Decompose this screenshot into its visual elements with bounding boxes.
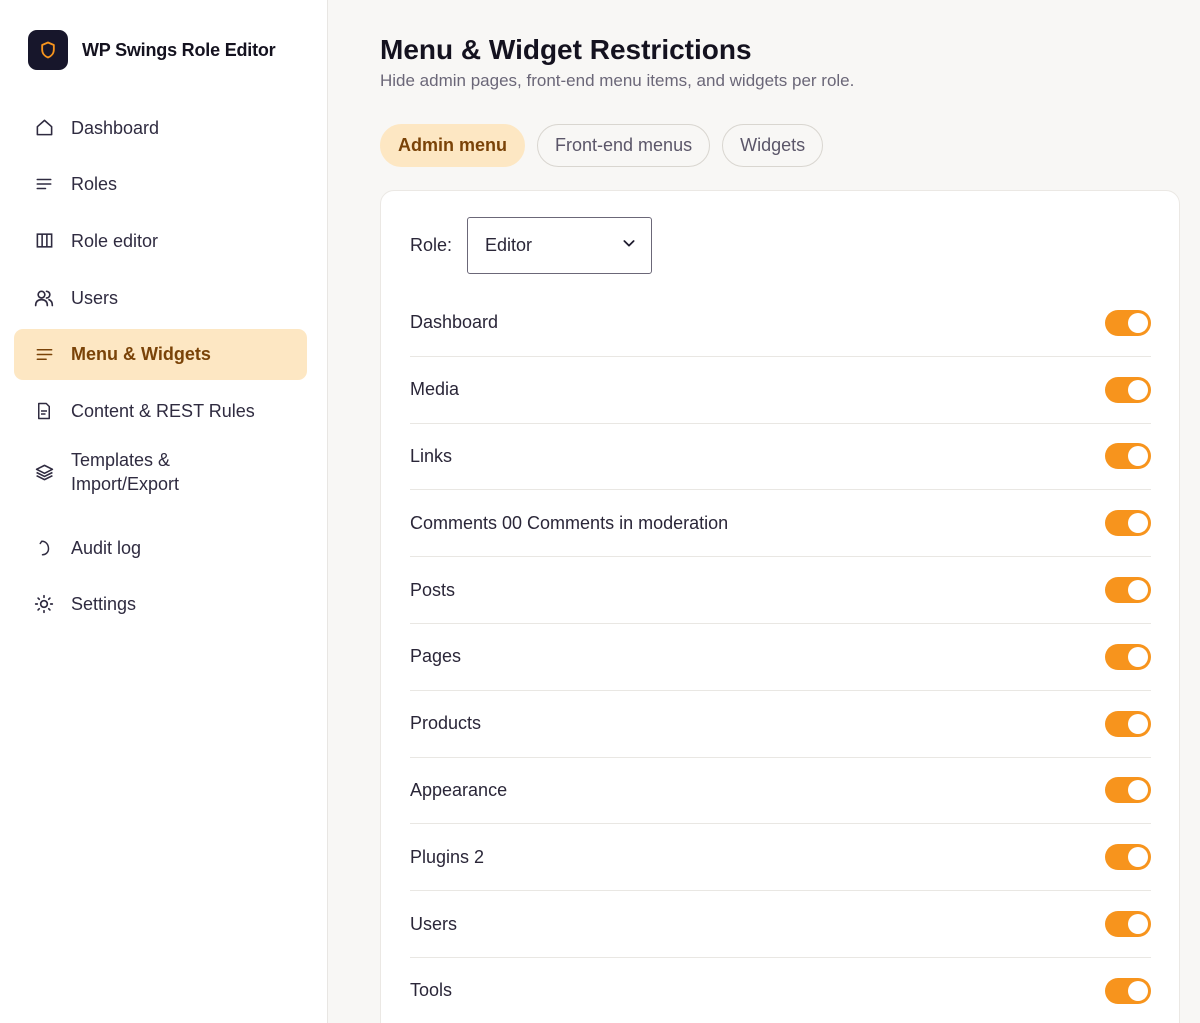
visibility-toggle[interactable] <box>1105 577 1151 604</box>
menu-item-label: Tools <box>410 980 453 1001</box>
sidebar-item-label: Role editor <box>71 230 159 251</box>
sidebar-item-label: Roles <box>71 174 118 195</box>
tab-admin-menu[interactable]: Admin menu <box>380 124 526 167</box>
page-subtitle: Hide admin pages, front-end menu items, … <box>380 71 855 90</box>
visibility-toggle[interactable] <box>1105 643 1151 670</box>
list-item: Products <box>410 691 1151 758</box>
restrictions-card: Role: Editor Dashboard Media Links Comme… <box>380 190 1180 1023</box>
tab-widgets[interactable]: Widgets <box>722 124 824 167</box>
sidebar-item-menu-widgets[interactable]: Menu & Widgets <box>14 328 307 380</box>
sidebar-item-settings[interactable]: Settings <box>14 579 307 630</box>
menu-item-label: Plugins 2 <box>410 846 485 867</box>
tab-bar: Admin menu Front-end menus Widgets <box>380 124 835 167</box>
visibility-toggle[interactable] <box>1105 977 1151 1004</box>
menu-item-label: Dashboard <box>410 312 499 333</box>
menu-item-label: Comments 00 Comments in moderation <box>410 512 729 533</box>
list-item: Media <box>410 357 1151 424</box>
visibility-toggle[interactable] <box>1105 710 1151 737</box>
sidebar: WP Swings Role Editor Dashboard Roles Ro… <box>0 0 328 1023</box>
list-item: Pages <box>410 624 1151 691</box>
sidebar-item-audit-log[interactable]: Audit log <box>14 522 307 573</box>
role-label: Role: <box>410 235 453 255</box>
sidebar-item-label: Settings <box>71 594 137 615</box>
layers-icon <box>34 462 54 482</box>
visibility-toggle[interactable] <box>1105 510 1151 537</box>
menu-item-label: Appearance <box>410 779 508 800</box>
app-title: WP Swings Role Editor <box>82 39 276 60</box>
sun-icon <box>34 594 54 614</box>
home-icon <box>34 118 54 138</box>
menu-icon <box>34 344 54 364</box>
role-filter: Role: Editor <box>410 217 653 274</box>
visibility-toggle[interactable] <box>1105 911 1151 938</box>
chevron-down-icon <box>621 235 637 256</box>
list-item: Plugins 2 <box>410 824 1151 892</box>
list-item: Appearance <box>410 758 1151 825</box>
list-item: Posts <box>410 557 1151 624</box>
role-select-value: Editor <box>485 235 533 255</box>
sidebar-item-label: Users <box>71 287 119 308</box>
brand: WP Swings Role Editor <box>28 30 276 70</box>
sidebar-item-label: Content & REST Rules <box>71 400 255 421</box>
menu-item-label: Pages <box>410 646 462 667</box>
menu-item-label: Products <box>410 713 482 734</box>
visibility-toggle[interactable] <box>1105 844 1151 871</box>
visibility-toggle[interactable] <box>1105 309 1151 336</box>
menu-item-list: Dashboard Media Links Comments 00 Commen… <box>410 290 1151 1023</box>
list-item: Users <box>410 891 1151 958</box>
visibility-toggle[interactable] <box>1105 777 1151 804</box>
sidebar-item-label: Dashboard <box>71 117 160 138</box>
visibility-toggle[interactable] <box>1105 376 1151 403</box>
visibility-toggle[interactable] <box>1105 443 1151 470</box>
document-icon <box>34 401 54 421</box>
sidebar-item-templates[interactable]: Templates & Import/Export <box>14 442 307 502</box>
sidebar-item-content-rest-rules[interactable]: Content & REST Rules <box>14 385 307 436</box>
menu-item-label: Users <box>410 913 458 934</box>
sidebar-nav: Dashboard Roles Role editor Users Menu &… <box>14 102 307 636</box>
menu-item-label: Posts <box>410 579 456 600</box>
menu-item-label: Links <box>410 445 453 466</box>
columns-icon <box>34 231 54 251</box>
list-item: Comments 00 Comments in moderation <box>410 490 1151 558</box>
sidebar-item-roles[interactable]: Roles <box>14 159 307 210</box>
role-select[interactable]: Editor <box>467 217 653 274</box>
sidebar-item-dashboard[interactable]: Dashboard <box>14 102 307 153</box>
list-item: Links <box>410 424 1151 491</box>
list-item: Tools <box>410 958 1151 1023</box>
users-icon <box>34 288 54 308</box>
list-icon <box>34 174 54 194</box>
list-item: Dashboard <box>410 290 1151 357</box>
page-title: Menu & Widget Restrictions <box>380 34 752 65</box>
tab-front-end-menus[interactable]: Front-end menus <box>537 124 711 167</box>
sidebar-item-role-editor[interactable]: Role editor <box>14 215 307 266</box>
sidebar-item-label: Audit log <box>71 537 142 558</box>
shield-icon <box>28 30 68 70</box>
menu-item-label: Media <box>410 379 460 400</box>
sidebar-item-users[interactable]: Users <box>14 272 307 323</box>
history-icon <box>34 538 54 558</box>
sidebar-item-label: Templates & Import/Export <box>71 450 180 495</box>
sidebar-item-label: Menu & Widgets <box>71 344 211 365</box>
